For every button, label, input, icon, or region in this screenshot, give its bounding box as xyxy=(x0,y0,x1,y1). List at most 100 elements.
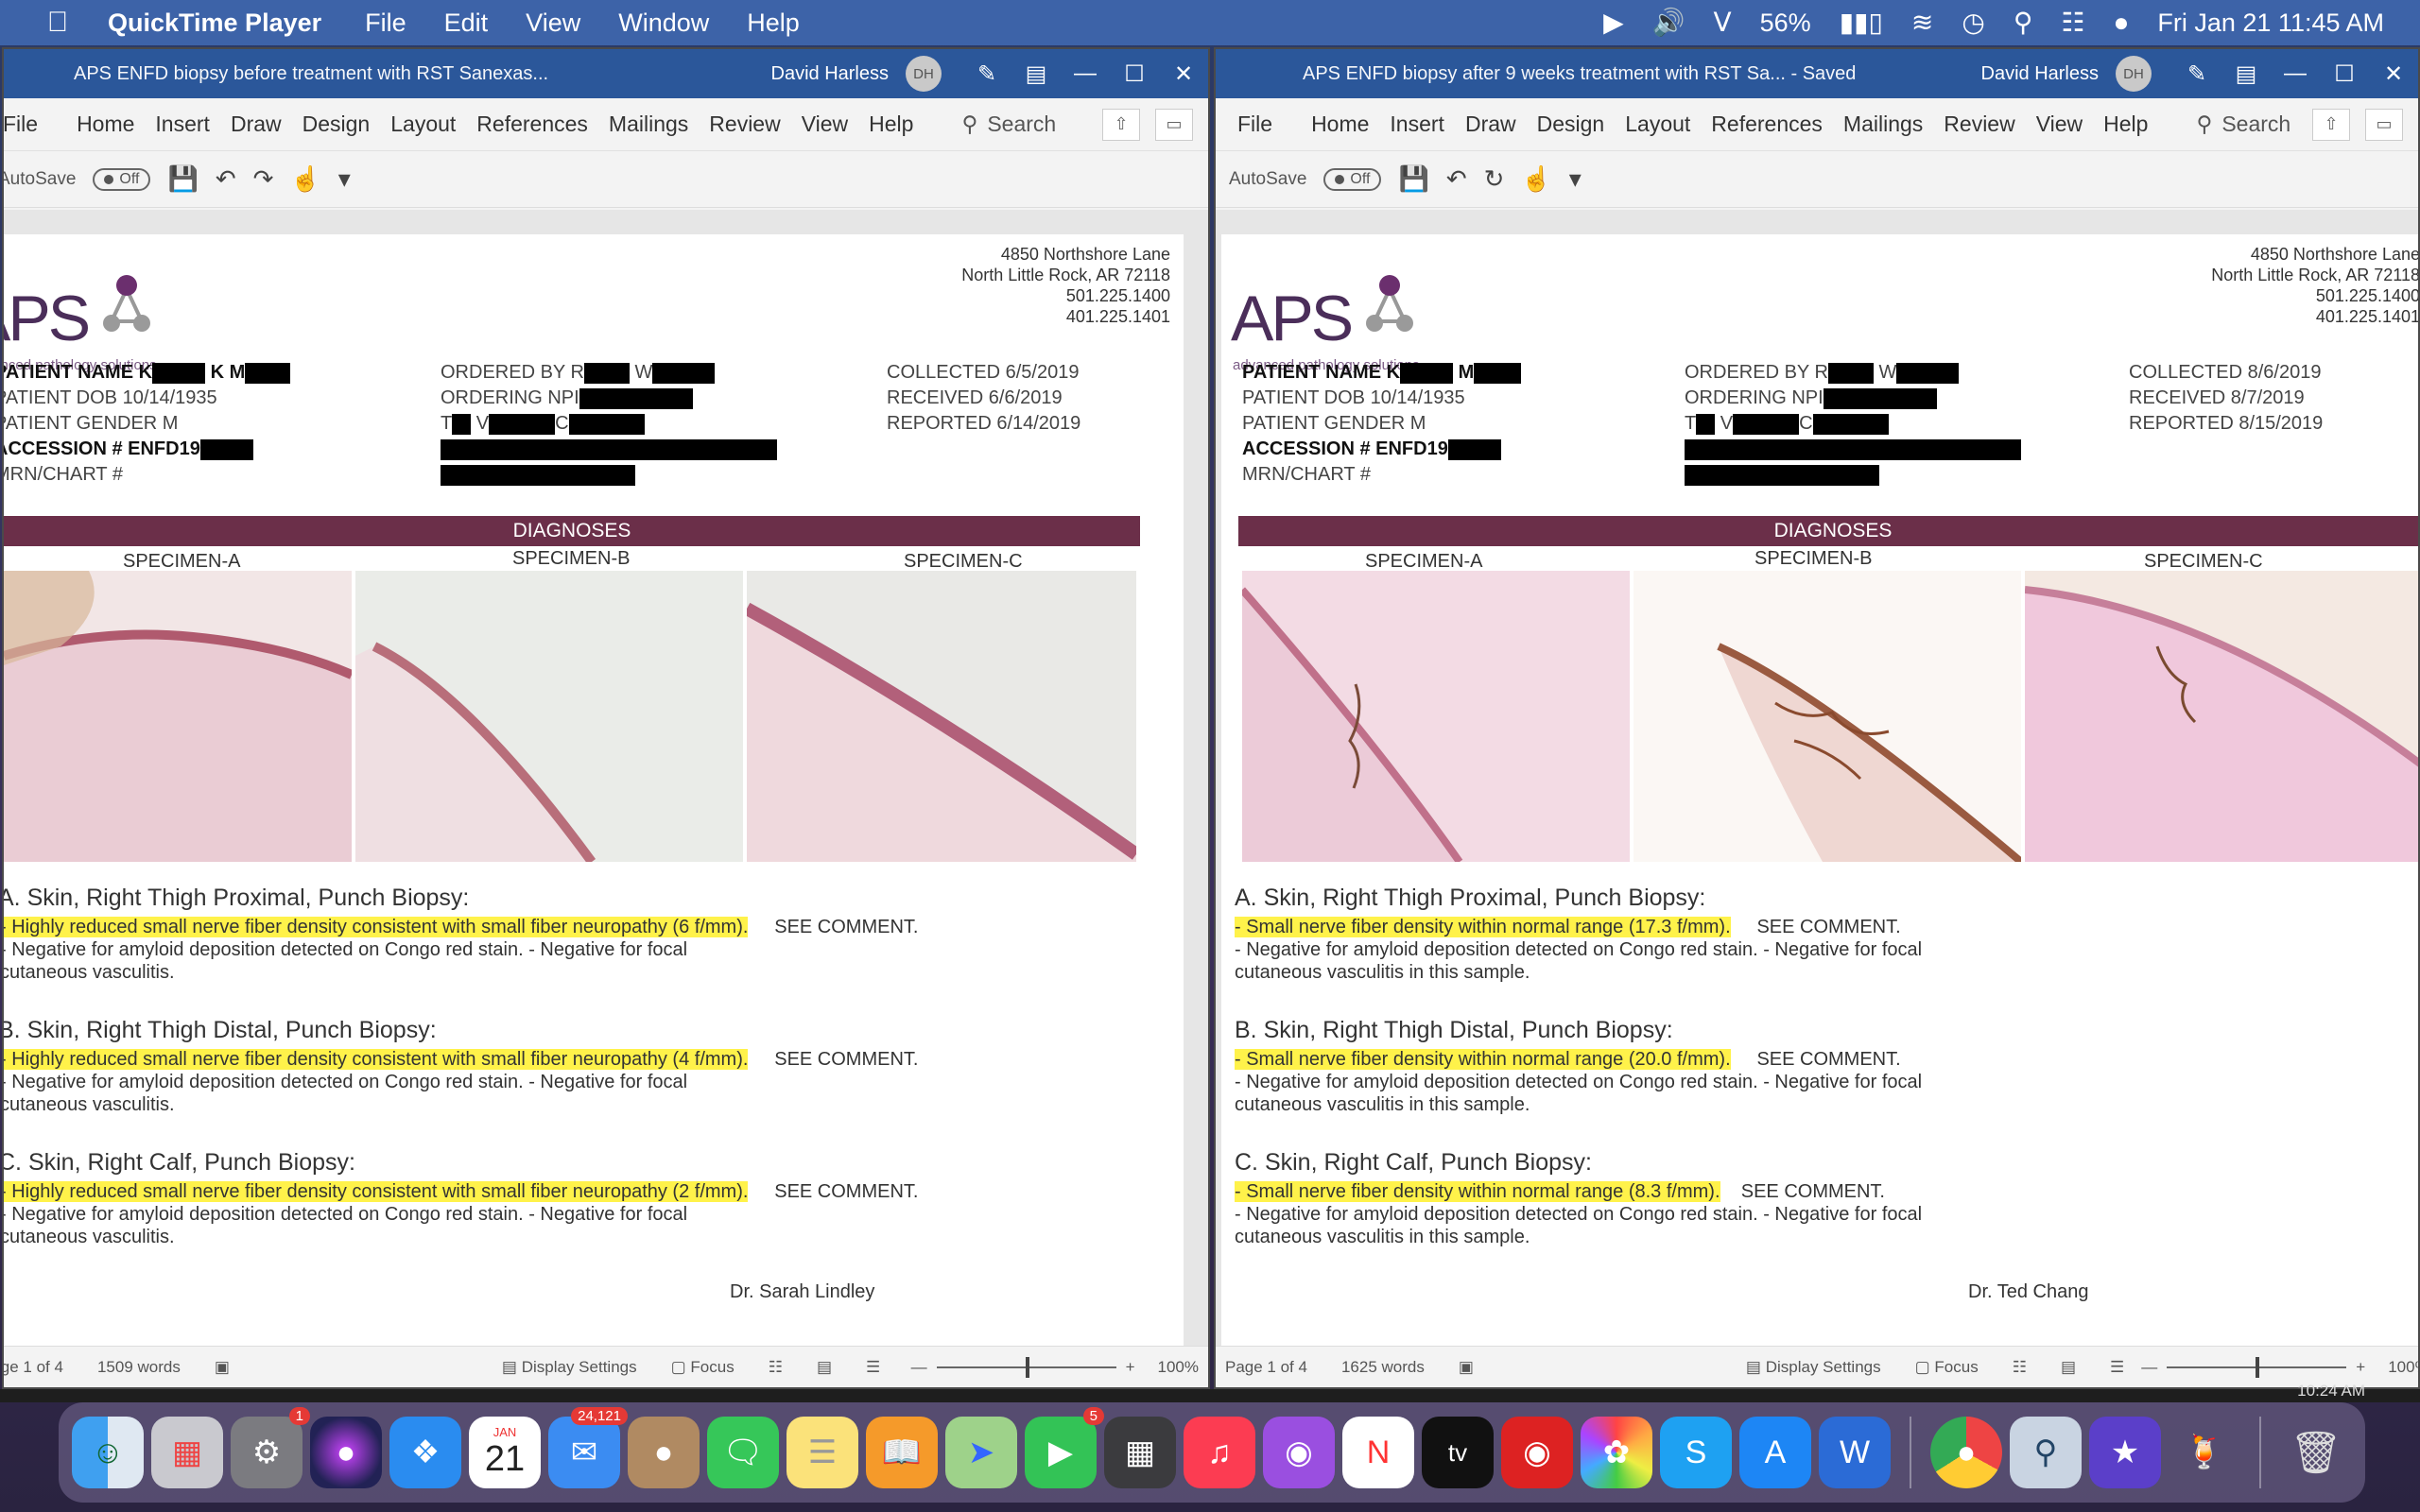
messages-icon[interactable]: 🗨 xyxy=(707,1417,779,1488)
system-preferences-icon[interactable]: ⚙ 1 xyxy=(231,1407,310,1488)
left-comments-icon[interactable]: ▭ xyxy=(1155,108,1193,141)
launchpad-icon[interactable]: ▦ xyxy=(151,1417,223,1488)
finder-icon[interactable]: ☺ xyxy=(72,1417,144,1488)
menu-file[interactable]: File xyxy=(365,9,406,38)
left-display-settings[interactable]: ▤ Display Settings xyxy=(502,1358,637,1377)
mail-icon[interactable]: ✉ 24,121 xyxy=(548,1407,628,1488)
volume-icon[interactable]: 🔊 xyxy=(1652,9,1685,36)
right-tab-review[interactable]: Review xyxy=(1944,112,2014,137)
left-ribbon-display-icon[interactable]: ▤ xyxy=(1011,60,1061,88)
right-comments-icon[interactable]: ▭ xyxy=(2365,108,2403,141)
right-focus-button[interactable]: ▢ Focus xyxy=(1915,1358,1979,1377)
left-tab-layout[interactable]: Layout xyxy=(390,112,456,137)
left-undo-icon[interactable]: ↶ xyxy=(216,164,236,194)
right-autosave-toggle[interactable]: Off xyxy=(1323,167,1382,191)
left-tab-design[interactable]: Design xyxy=(302,112,371,137)
left-read-mode-icon[interactable]: ☷ xyxy=(769,1358,783,1377)
menu-edit[interactable]: Edit xyxy=(444,9,489,38)
left-tab-file[interactable]: File xyxy=(4,112,38,137)
photos-icon[interactable]: ✿ xyxy=(1581,1417,1652,1488)
left-tab-home[interactable]: Home xyxy=(77,112,134,137)
left-page-count[interactable]: Page 1 of 4 xyxy=(4,1358,63,1377)
right-page-count[interactable]: Page 1 of 4 xyxy=(1225,1358,1307,1377)
right-web-layout-icon[interactable]: ☰ xyxy=(2110,1358,2124,1377)
siri-app-icon[interactable]: ● xyxy=(310,1417,382,1488)
left-share-icon[interactable]: ⇧ xyxy=(1102,108,1140,141)
left-zoom-control[interactable]: — +100% xyxy=(911,1356,1208,1378)
right-pen-icon[interactable]: ✎ xyxy=(2172,60,2221,88)
menubar-clock[interactable]: Fri Jan 21 11:45 AM xyxy=(2157,9,2384,38)
right-tab-insert[interactable]: Insert xyxy=(1390,112,1444,137)
right-share-icon[interactable]: ⇧ xyxy=(2312,108,2350,141)
control-center-icon[interactable]: ☷ xyxy=(2061,9,2084,36)
contacts-icon[interactable]: ● xyxy=(628,1417,700,1488)
quicktime-icon[interactable]: ⚲ xyxy=(2010,1417,2082,1488)
left-tab-insert[interactable]: Insert xyxy=(155,112,210,137)
menu-help[interactable]: Help xyxy=(747,9,800,38)
podcasts-icon[interactable]: ◉ xyxy=(1263,1417,1335,1488)
left-tab-mailings[interactable]: Mailings xyxy=(609,112,688,137)
left-focus-button[interactable]: ▢ Focus xyxy=(671,1358,735,1377)
right-zoom-slider[interactable] xyxy=(2167,1356,2347,1378)
left-customize-qat-icon[interactable]: ▾ xyxy=(338,164,351,194)
left-save-icon[interactable]: 💾 xyxy=(167,164,198,194)
left-web-layout-icon[interactable]: ☰ xyxy=(866,1358,880,1377)
left-redo-icon[interactable]: ↷ xyxy=(253,164,274,194)
chrome-icon[interactable]: ● xyxy=(1930,1417,2002,1488)
menu-window[interactable]: Window xyxy=(618,9,709,38)
left-autosave-toggle[interactable]: Off xyxy=(93,167,151,191)
facetime-icon[interactable]: ▶ 5 xyxy=(1025,1407,1104,1488)
left-tab-review[interactable]: Review xyxy=(709,112,780,137)
microsoft-word-icon[interactable]: W xyxy=(1819,1417,1891,1488)
left-proofing-icon[interactable]: ▣ xyxy=(215,1358,230,1377)
siri-icon[interactable]: ● xyxy=(2113,9,2129,36)
right-display-settings[interactable]: ▤ Display Settings xyxy=(1746,1358,1881,1377)
imovie-icon[interactable]: ★ xyxy=(2089,1417,2161,1488)
right-save-icon[interactable]: 💾 xyxy=(1398,164,1428,194)
pina-colada-app-icon[interactable]: 🍹 xyxy=(2169,1417,2240,1488)
left-search-box[interactable]: ⚲ Search xyxy=(961,112,1056,137)
photo-booth-icon[interactable]: ◉ xyxy=(1501,1417,1573,1488)
right-ribbon-display-icon[interactable]: ▤ xyxy=(2221,60,2271,88)
news-icon[interactable]: N xyxy=(1342,1417,1414,1488)
right-tab-design[interactable]: Design xyxy=(1537,112,1605,137)
right-tab-help[interactable]: Help xyxy=(2103,112,2148,137)
music-icon[interactable]: ♫ xyxy=(1184,1417,1255,1488)
safari-icon[interactable]: ❖ xyxy=(389,1417,461,1488)
app-name-menu[interactable]: QuickTime Player xyxy=(108,9,321,38)
right-zoom-level[interactable]: 100% xyxy=(2388,1358,2418,1377)
apple-logo-icon[interactable]:  xyxy=(36,7,79,39)
right-zoom-out-icon[interactable]: — xyxy=(2141,1358,2157,1377)
battery-icon[interactable]: ▮▮▯ xyxy=(1840,9,1883,36)
right-document-area[interactable]: APS advanced pathology solutions 4850 No… xyxy=(1216,210,2418,1368)
notes-icon[interactable]: ☰ xyxy=(786,1417,858,1488)
right-tab-view[interactable]: View xyxy=(2036,112,2083,137)
left-zoom-out-icon[interactable]: — xyxy=(911,1358,927,1377)
apple-tv-icon[interactable]: tv xyxy=(1422,1417,1494,1488)
right-undo-icon[interactable]: ↶ xyxy=(1446,164,1467,194)
wifi-icon[interactable]: ≋ xyxy=(1911,9,1933,36)
left-tab-help[interactable]: Help xyxy=(869,112,913,137)
right-search-box[interactable]: ⚲ Search xyxy=(2196,112,2290,137)
right-close-icon[interactable]: ✕ xyxy=(2369,60,2418,88)
left-tab-draw[interactable]: Draw xyxy=(231,112,282,137)
left-tab-view[interactable]: View xyxy=(802,112,848,137)
left-zoom-slider[interactable] xyxy=(936,1356,1116,1378)
books-icon[interactable]: 📖 xyxy=(866,1417,938,1488)
right-tab-home[interactable]: Home xyxy=(1311,112,1369,137)
play-icon[interactable]: ▶ xyxy=(1603,9,1624,36)
calendar-icon[interactable]: JAN 21 xyxy=(469,1417,541,1488)
menu-view[interactable]: View xyxy=(526,9,580,38)
left-print-layout-icon[interactable]: ▤ xyxy=(817,1358,832,1377)
spotlight-search-icon[interactable]: ⚲ xyxy=(2014,9,2033,36)
left-minimize-icon[interactable]: — xyxy=(1061,60,1110,87)
left-document-area[interactable]: APS advanced pathology solutions 4850 No… xyxy=(4,210,1208,1368)
left-pen-icon[interactable]: ✎ xyxy=(962,60,1011,88)
left-zoom-level[interactable]: 100% xyxy=(1158,1358,1199,1377)
maps-icon[interactable]: ➤ xyxy=(945,1417,1017,1488)
left-zoom-in-icon[interactable]: + xyxy=(1126,1358,1135,1377)
left-close-icon[interactable]: ✕ xyxy=(1159,60,1208,88)
right-tab-draw[interactable]: Draw xyxy=(1465,112,1516,137)
skype-icon[interactable]: S xyxy=(1660,1417,1732,1488)
right-tab-references[interactable]: References xyxy=(1711,112,1823,137)
